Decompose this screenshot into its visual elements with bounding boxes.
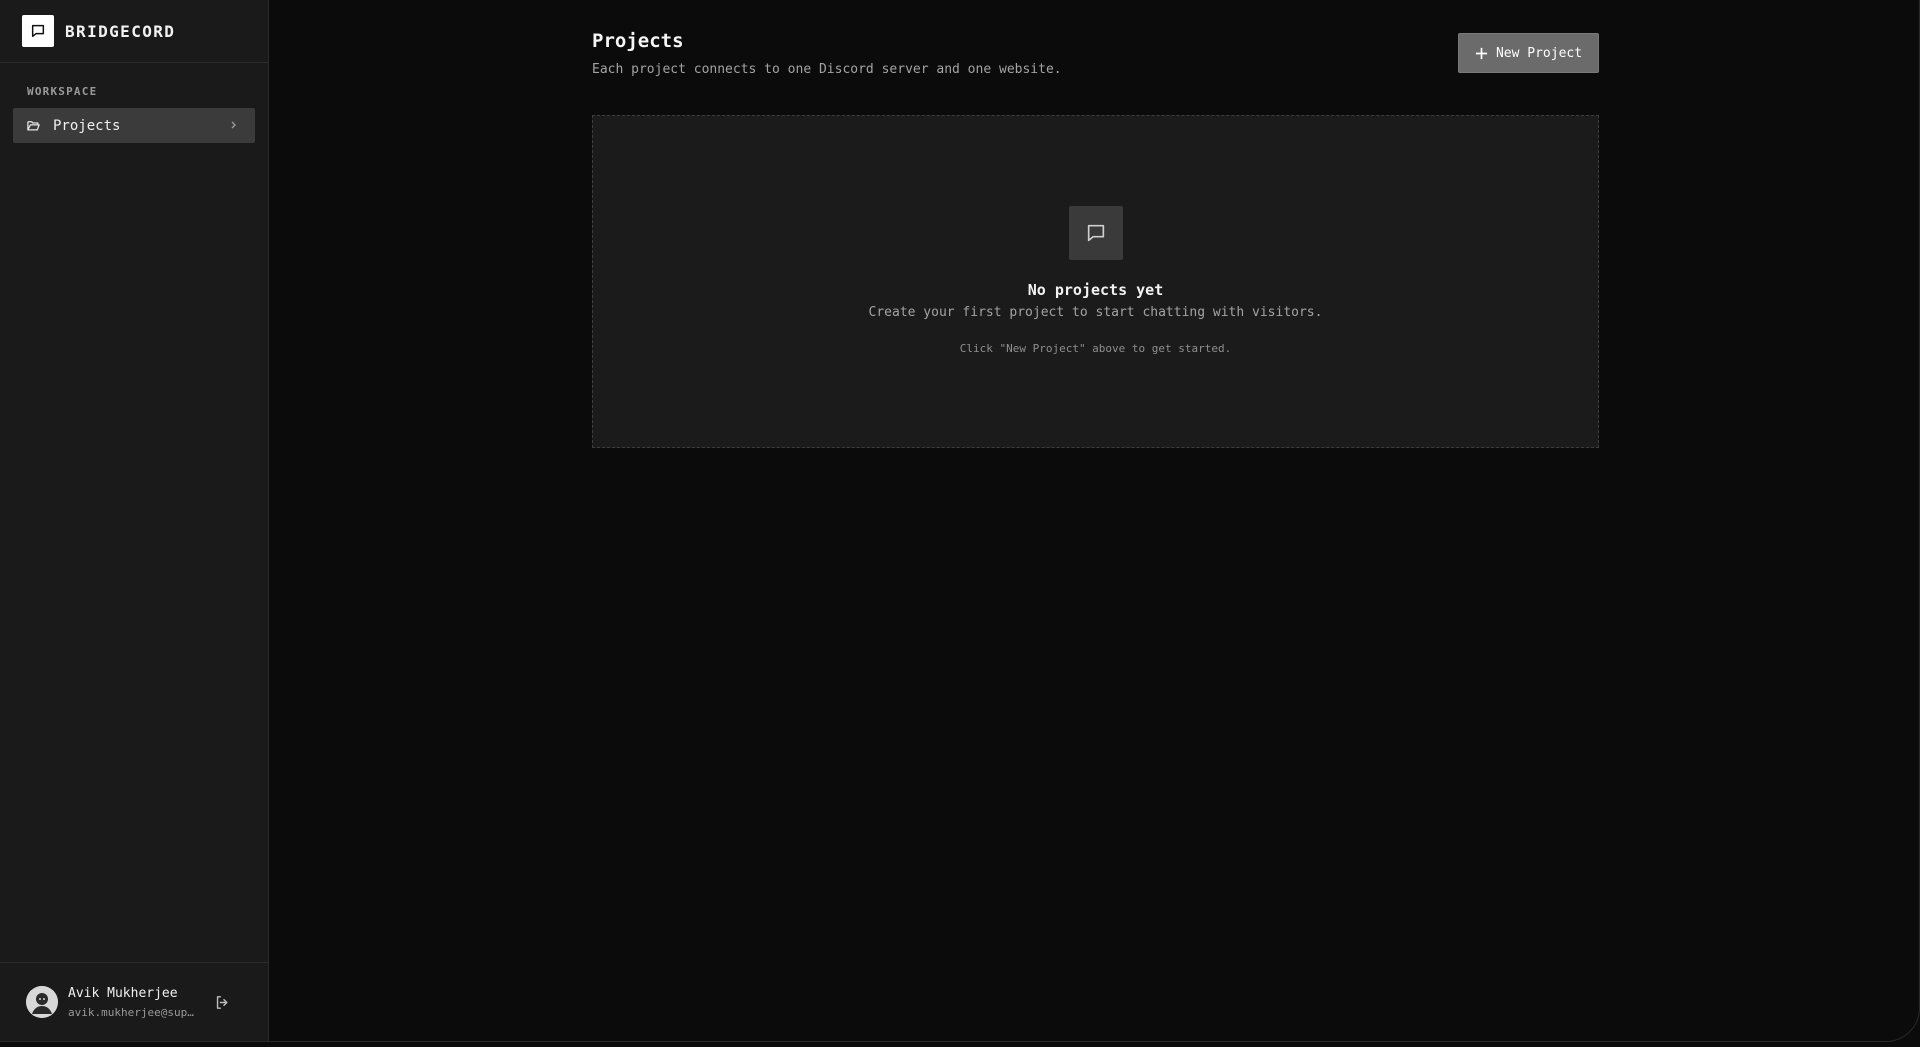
empty-state-title: No projects yet	[1027, 281, 1164, 299]
user-avatar-icon	[26, 986, 58, 1018]
avatar[interactable]	[26, 986, 58, 1018]
sidebar: BRIDGECORD WORKSPACE Projects Avik Mukhe…	[0, 0, 269, 1041]
app-window: BRIDGECORD WORKSPACE Projects Avik Mukhe…	[0, 0, 1920, 1042]
main-content: Projects Each project connects to one Di…	[270, 0, 1919, 1041]
logout-icon	[216, 995, 228, 1009]
user-info: Avik Mukherjee avik.mukherjee@sup…	[68, 986, 200, 1019]
empty-state-description: Create your first project to start chatt…	[868, 305, 1323, 320]
brand-logo[interactable]	[22, 15, 54, 47]
chat-bubble-icon	[1087, 224, 1105, 242]
empty-state-icon	[1069, 206, 1123, 260]
new-project-button[interactable]: New Project	[1458, 33, 1599, 73]
user-email: avik.mukherjee@sup…	[68, 1005, 194, 1019]
chat-bubble-icon	[31, 24, 45, 38]
sidebar-item-label: Projects	[53, 117, 121, 134]
sidebar-item-projects[interactable]: Projects	[13, 108, 255, 143]
empty-state-hint: Click "New Project" above to get started…	[959, 342, 1232, 355]
section-label-workspace: WORKSPACE	[27, 85, 98, 98]
user-name: Avik Mukherjee	[68, 985, 178, 1001]
page-subtitle: Each project connects to one Discord ser…	[592, 62, 1062, 77]
folder-open-icon	[27, 121, 40, 131]
plus-icon	[1475, 47, 1488, 59]
chevron-right-icon	[231, 121, 236, 129]
brand-name: BRIDGECORD	[65, 21, 176, 41]
brand-header: BRIDGECORD	[0, 0, 268, 63]
user-profile: Avik Mukherjee avik.mukherjee@sup…	[0, 962, 268, 1041]
empty-state: No projects yet Create your first projec…	[592, 115, 1599, 448]
page-title: Projects	[592, 30, 684, 52]
new-project-label: New Project	[1495, 45, 1583, 61]
logout-button[interactable]	[214, 994, 231, 1011]
